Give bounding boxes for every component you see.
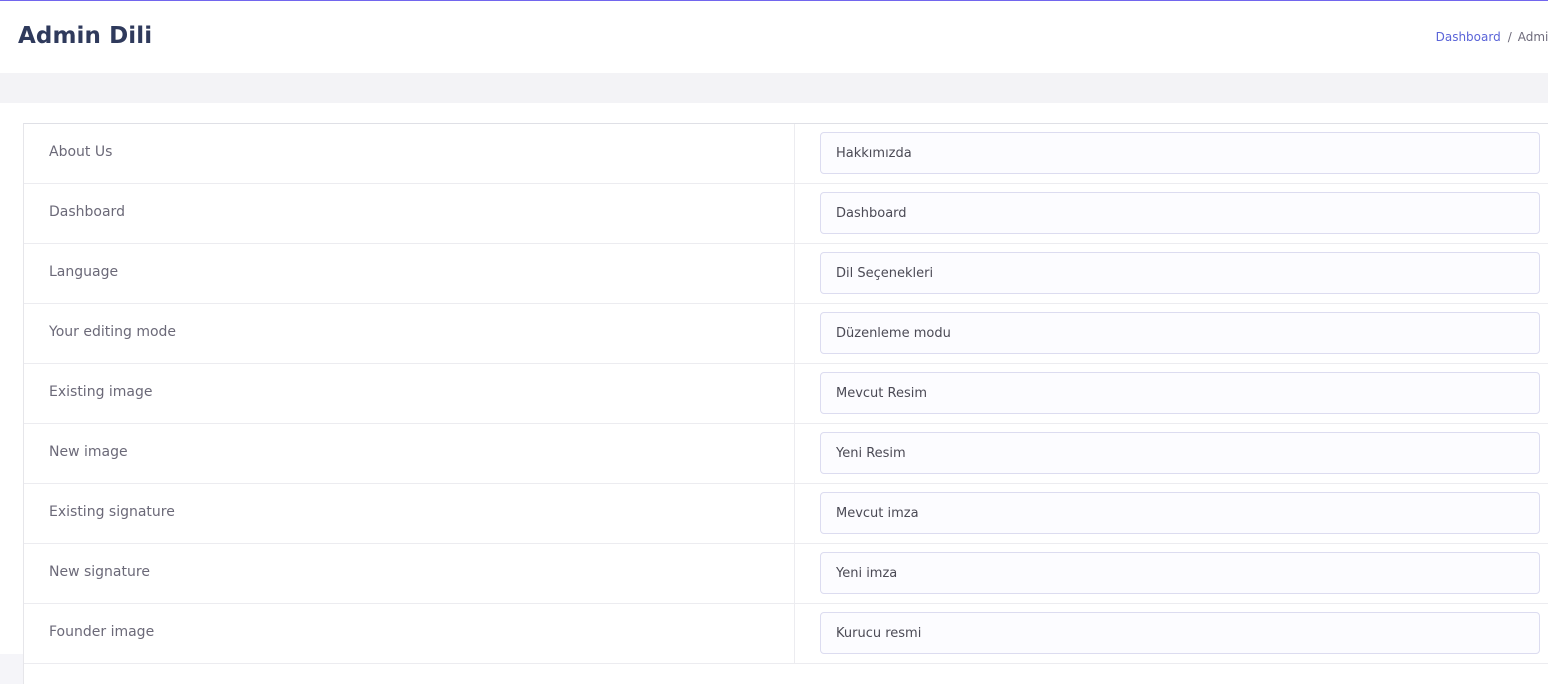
translation-input[interactable] <box>820 312 1540 354</box>
header-spacer <box>0 73 1548 103</box>
table-row: Founder image <box>24 604 1548 664</box>
row-label: New image <box>49 444 128 460</box>
page-header: Admin Dili Dashboard / Admin <box>0 1 1548 73</box>
label-cell: Existing image <box>24 364 795 423</box>
label-cell: Founder image <box>24 604 795 663</box>
row-label: Founder image <box>49 624 155 640</box>
translation-input[interactable] <box>820 612 1540 654</box>
label-cell: About Us <box>24 124 795 183</box>
input-cell <box>795 184 1548 243</box>
breadcrumb-separator: / <box>1507 30 1512 44</box>
row-label: Your editing mode <box>49 324 177 340</box>
translation-input[interactable] <box>820 552 1540 594</box>
page-title: Admin Dili <box>18 23 153 49</box>
translation-input[interactable] <box>820 252 1540 294</box>
table-row: Language <box>24 244 1548 304</box>
table-row: Dashboard <box>24 184 1548 244</box>
breadcrumb-current: Admin <box>1517 30 1548 44</box>
label-cell: New signature <box>24 544 795 603</box>
label-cell: New image <box>24 424 795 483</box>
table-row: New image <box>24 424 1548 484</box>
translation-input[interactable] <box>820 492 1540 534</box>
input-cell <box>795 244 1548 303</box>
input-cell <box>795 424 1548 483</box>
input-cell <box>795 484 1548 543</box>
table-row: About Us <box>24 124 1548 184</box>
translation-input[interactable] <box>820 132 1540 174</box>
row-label: Existing image <box>49 384 153 400</box>
table-row: Your editing mode <box>24 304 1548 364</box>
translation-input[interactable] <box>820 192 1540 234</box>
table-row: Existing image <box>24 364 1548 424</box>
label-cell: Existing signature <box>24 484 795 543</box>
language-form-table: About Us Dashboard Language Your editing… <box>23 123 1548 684</box>
row-label: Language <box>49 264 119 280</box>
row-label: About Us <box>49 144 113 160</box>
breadcrumb: Dashboard / Admin <box>1436 30 1548 44</box>
translation-input[interactable] <box>820 372 1540 414</box>
label-cell: Your editing mode <box>24 304 795 363</box>
row-label: New signature <box>49 564 150 580</box>
table-row: Existing signature <box>24 484 1548 544</box>
input-cell <box>795 604 1548 663</box>
table-row: New signature <box>24 544 1548 604</box>
translation-input[interactable] <box>820 432 1540 474</box>
input-cell <box>795 304 1548 363</box>
breadcrumb-dashboard-link[interactable]: Dashboard <box>1436 30 1501 44</box>
label-cell: Language <box>24 244 795 303</box>
input-cell <box>795 544 1548 603</box>
row-label: Dashboard <box>49 204 125 220</box>
input-cell <box>795 364 1548 423</box>
input-cell <box>795 124 1548 183</box>
row-label: Existing signature <box>49 504 175 520</box>
label-cell: Dashboard <box>24 184 795 243</box>
